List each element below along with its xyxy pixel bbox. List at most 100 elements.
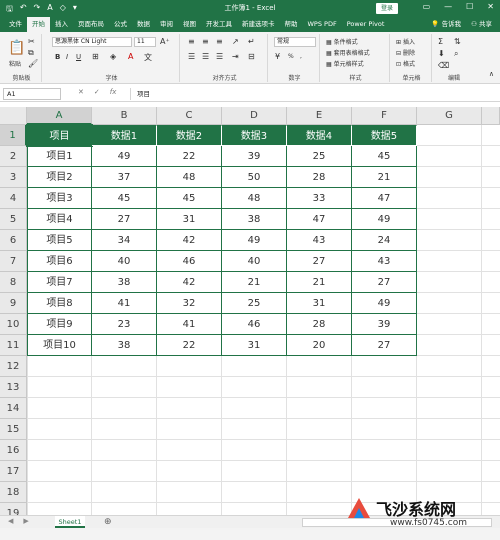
table-header-cell[interactable]: 数据5 [352, 125, 417, 146]
cell-styles-button[interactable]: ▦ 单元格样式 [326, 59, 364, 68]
formula-input[interactable]: 项目 [130, 88, 496, 100]
table-cell[interactable]: 22 [157, 146, 222, 167]
clear-icon[interactable]: ⌫ [438, 61, 449, 70]
table-cell[interactable]: 32 [157, 293, 222, 314]
row-header-5[interactable]: 5 [0, 209, 27, 230]
minimize-icon[interactable]: — [444, 2, 452, 11]
phonetic-icon[interactable]: 文 [144, 52, 152, 63]
table-cell[interactable]: 28 [287, 314, 352, 335]
table-header-cell[interactable]: 数据2 [157, 125, 222, 146]
table-cell[interactable]: 45 [92, 188, 157, 209]
tab-9[interactable]: 新建选项卡 [237, 17, 280, 32]
table-cell[interactable]: 38 [92, 272, 157, 293]
insert-function-button[interactable]: fx [110, 88, 117, 96]
table-cell[interactable]: 49 [92, 146, 157, 167]
paste-label[interactable]: 粘贴 [9, 59, 21, 68]
add-sheet-icon[interactable]: ⊕ [104, 516, 112, 528]
wrap-text-icon[interactable]: ↵ [248, 37, 255, 46]
row-header-10[interactable]: 10 [0, 314, 27, 335]
column-header-g[interactable]: G [417, 107, 482, 125]
row-header-12[interactable]: 12 [0, 356, 27, 377]
table-cell[interactable]: 31 [287, 293, 352, 314]
table-cell[interactable]: 40 [92, 251, 157, 272]
table-cell[interactable]: 27 [92, 209, 157, 230]
table-cell[interactable]: 47 [287, 209, 352, 230]
border-icon[interactable]: ⊞ [92, 52, 99, 61]
tab-6[interactable]: 审阅 [155, 17, 178, 32]
font-name-select[interactable]: 思源黑体 CN Light [52, 37, 132, 47]
table-cell[interactable]: 项目5 [27, 230, 92, 251]
table-cell[interactable]: 49 [352, 209, 417, 230]
table-cell[interactable]: 45 [352, 146, 417, 167]
table-cell[interactable]: 项目1 [27, 146, 92, 167]
table-cell[interactable]: 38 [222, 209, 287, 230]
align-top-icon[interactable]: ≡ [188, 37, 195, 46]
copy-icon[interactable]: ⧉ [28, 48, 34, 58]
grow-font-icon[interactable]: A⁺ [160, 37, 170, 46]
align-bottom-icon[interactable]: ≡ [216, 37, 223, 46]
table-cell[interactable]: 50 [222, 167, 287, 188]
delete-cells-button[interactable]: ⊟ 删除 [396, 48, 415, 57]
table-cell[interactable]: 46 [157, 251, 222, 272]
table-cell[interactable]: 25 [287, 146, 352, 167]
currency-icon[interactable]: ¥ [275, 52, 280, 61]
table-cell[interactable]: 28 [287, 167, 352, 188]
tab-8[interactable]: 开发工具 [201, 17, 237, 32]
table-cell[interactable]: 45 [157, 188, 222, 209]
column-header-c[interactable]: C [157, 107, 222, 125]
percent-button[interactable]: % [288, 53, 294, 60]
table-cell[interactable]: 40 [222, 251, 287, 272]
cancel-icon[interactable]: ✕ [78, 88, 84, 96]
next-sheet-icon[interactable]: ▶ [23, 517, 28, 525]
insert-cells-button[interactable]: ⊞ 插入 [396, 37, 415, 46]
table-cell[interactable]: 47 [352, 188, 417, 209]
column-header-d[interactable]: D [222, 107, 287, 125]
table-cell[interactable]: 21 [222, 272, 287, 293]
row-header-4[interactable]: 4 [0, 188, 27, 209]
column-header-f[interactable]: F [352, 107, 417, 125]
table-cell[interactable]: 42 [157, 272, 222, 293]
tab-11[interactable]: WPS PDF [303, 17, 342, 32]
table-cell[interactable]: 项目8 [27, 293, 92, 314]
tab-4[interactable]: 公式 [109, 17, 132, 32]
row-header-16[interactable]: 16 [0, 440, 27, 461]
row-header-7[interactable]: 7 [0, 251, 27, 272]
table-cell[interactable]: 24 [352, 230, 417, 251]
comma-button[interactable]: , [300, 53, 302, 60]
table-cell[interactable]: 项目10 [27, 335, 92, 356]
italic-button[interactable]: I [66, 53, 68, 61]
row-header-11[interactable]: 11 [0, 335, 27, 356]
table-cell[interactable]: 49 [352, 293, 417, 314]
indent-icon[interactable]: ⇥ [232, 52, 239, 61]
table-cell[interactable]: 34 [92, 230, 157, 251]
table-cell[interactable]: 项目9 [27, 314, 92, 335]
select-all-corner[interactable] [0, 107, 27, 125]
row-header-15[interactable]: 15 [0, 419, 27, 440]
tab-3[interactable]: 页面布局 [73, 17, 109, 32]
tab-10[interactable]: 帮助 [280, 17, 303, 32]
tab-1[interactable]: 开始 [27, 17, 50, 32]
table-cell[interactable]: 项目4 [27, 209, 92, 230]
table-cell[interactable]: 43 [352, 251, 417, 272]
table-cell[interactable]: 39 [222, 146, 287, 167]
table-cell[interactable]: 43 [287, 230, 352, 251]
sheet-tab-sheet1[interactable]: Sheet1 [55, 516, 85, 528]
table-cell[interactable]: 31 [157, 209, 222, 230]
table-cell[interactable]: 48 [157, 167, 222, 188]
row-header-18[interactable]: 18 [0, 482, 27, 503]
column-header-e[interactable]: E [287, 107, 352, 125]
table-cell[interactable]: 20 [287, 335, 352, 356]
number-format-select[interactable]: 常规 [274, 37, 316, 47]
table-header-cell[interactable]: 数据3 [222, 125, 287, 146]
share-button[interactable]: ⚇ 共享 [471, 17, 492, 32]
table-cell[interactable]: 23 [92, 314, 157, 335]
row-header-3[interactable]: 3 [0, 167, 27, 188]
table-cell[interactable]: 33 [287, 188, 352, 209]
bold-button[interactable]: B [55, 53, 60, 61]
row-header-2[interactable]: 2 [0, 146, 27, 167]
table-cell[interactable]: 48 [222, 188, 287, 209]
underline-button[interactable]: U [76, 53, 81, 61]
fill-color-button-icon[interactable]: ◈ [110, 52, 116, 61]
font-color-button-icon[interactable]: A [128, 52, 133, 61]
table-cell[interactable]: 22 [157, 335, 222, 356]
